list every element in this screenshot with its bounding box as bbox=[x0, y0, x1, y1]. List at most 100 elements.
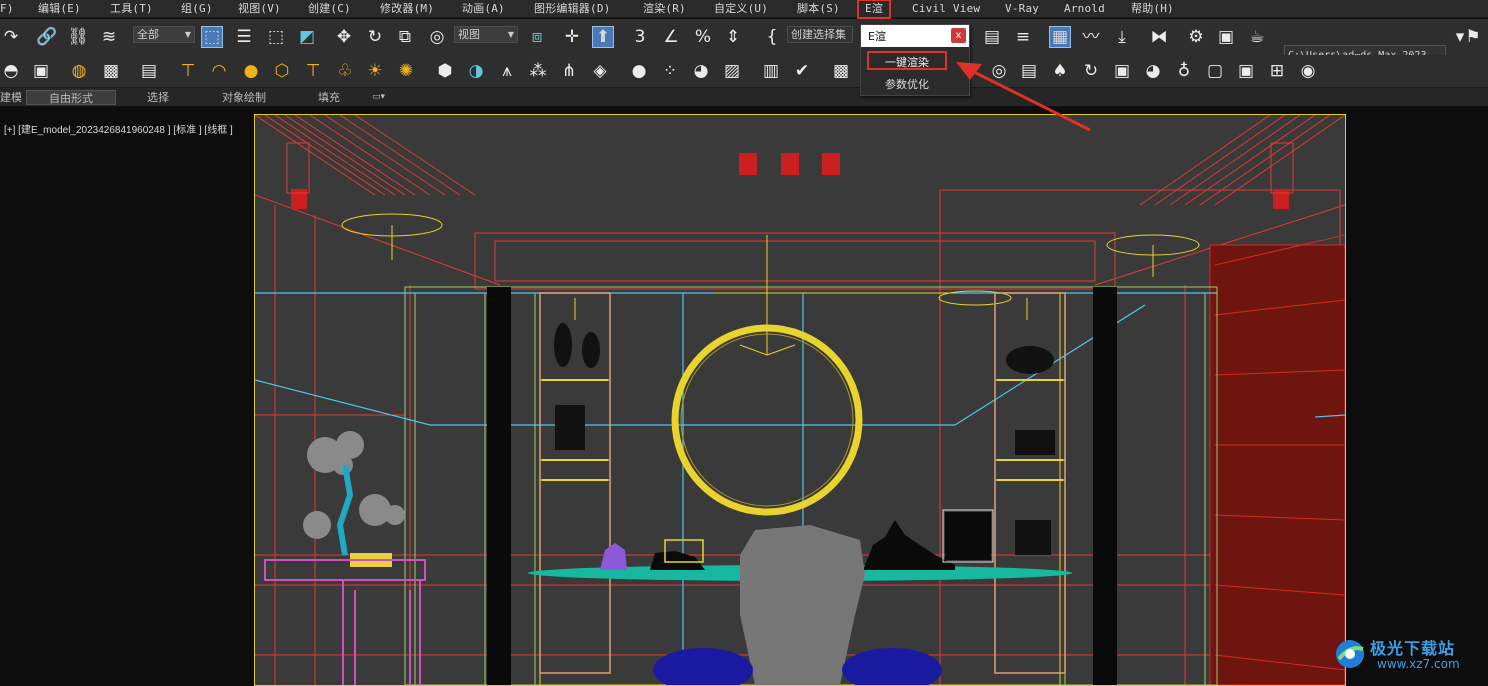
menu-file[interactable]: F) bbox=[0, 1, 14, 17]
menu-help[interactable]: 帮助(H) bbox=[1131, 1, 1174, 17]
close-button[interactable]: x bbox=[951, 28, 966, 43]
sphere-icon[interactable]: ● bbox=[628, 60, 650, 82]
pivot-center-icon[interactable]: ⧈ bbox=[526, 26, 548, 48]
select-object-icon[interactable]: ⬚ bbox=[201, 26, 223, 48]
material-editor-icon[interactable]: ⤓ bbox=[1111, 26, 1133, 48]
viewport-label[interactable]: [+] [建E_model_2023426841960248 ] [标准 ] [… bbox=[4, 121, 233, 136]
menu-graph-editors[interactable]: 图形编辑器(D) bbox=[534, 1, 610, 17]
spot-light-icon[interactable]: ⊤ bbox=[177, 60, 199, 82]
paint-icon[interactable]: ◕ bbox=[1142, 60, 1164, 82]
render-production-icon[interactable]: ⚙ bbox=[1185, 26, 1207, 48]
menu-civil-view[interactable]: Civil View bbox=[912, 1, 980, 17]
sky-icon[interactable]: ✺ bbox=[395, 60, 417, 82]
snap-3-icon[interactable]: 3 bbox=[629, 26, 651, 48]
camera-icon[interactable]: ▩ bbox=[100, 60, 122, 82]
rotate-icon[interactable]: ↻ bbox=[364, 26, 386, 48]
dome-light-icon[interactable]: ◠ bbox=[208, 60, 230, 82]
layer-explorer-icon[interactable]: ▤ bbox=[981, 26, 1003, 48]
menu-arnold[interactable]: Arnold bbox=[1064, 1, 1105, 17]
window-icon[interactable]: ▢ bbox=[1204, 60, 1226, 82]
menu-animation[interactable]: 动画(A) bbox=[462, 1, 505, 17]
tab-modeling[interactable]: 建模 bbox=[0, 90, 22, 105]
cube-icon[interactable]: ▣ bbox=[1111, 60, 1133, 82]
sun-icon[interactable]: ☀ bbox=[364, 60, 386, 82]
instancer-icon[interactable]: ⁂ bbox=[527, 60, 549, 82]
one-click-render-button[interactable]: 一键渲染 bbox=[867, 51, 947, 70]
ambient-light-icon[interactable]: ♧ bbox=[334, 60, 356, 82]
vfb-icon[interactable]: ▩ bbox=[830, 60, 852, 82]
edit-named-selection-icon[interactable]: { bbox=[761, 26, 783, 48]
mesh-light-icon[interactable]: ⬡ bbox=[271, 60, 293, 82]
angle-snap-icon[interactable]: ∠ bbox=[660, 26, 682, 48]
tab-object-paint[interactable]: 对象绘制 bbox=[222, 90, 266, 105]
box-icon[interactable]: ▣ bbox=[30, 60, 52, 82]
teapot-icon[interactable]: ◍ bbox=[68, 60, 90, 82]
menu-edit[interactable]: 编辑(E) bbox=[38, 1, 81, 17]
menu-rendering[interactable]: 渲染(R) bbox=[643, 1, 686, 17]
menu-group[interactable]: 组(G) bbox=[181, 1, 213, 17]
move-icon[interactable]: ✥ bbox=[333, 26, 355, 48]
selection-filter-dropdown[interactable]: 全部 ▼ bbox=[133, 26, 195, 43]
tab-selection[interactable]: 选择 bbox=[147, 90, 169, 105]
window-crossing-icon[interactable]: ◩ bbox=[296, 26, 318, 48]
watermark: 极光下载站 www.xz7.com bbox=[1333, 635, 1483, 681]
render-setup-icon[interactable]: ⧓ bbox=[1148, 26, 1170, 48]
app-window: F) 编辑(E) 工具(T) 组(G) 视图(V) 创建(C) 修改器(M) 动… bbox=[0, 0, 1488, 686]
vray-logo-icon[interactable]: ✔ bbox=[791, 60, 813, 82]
link-icon[interactable]: 🔗 bbox=[36, 26, 58, 48]
scale-icon[interactable]: ⧉ bbox=[394, 26, 416, 48]
safe-frame-icon[interactable]: ⊞ bbox=[1266, 60, 1288, 82]
popup-header: E渲 x bbox=[861, 25, 969, 47]
spinner-snap-icon[interactable]: ⇕ bbox=[722, 26, 744, 48]
rect-region-icon[interactable]: ⬚ bbox=[265, 26, 287, 48]
annotation-arrow bbox=[956, 62, 1091, 132]
rendered-frame-icon[interactable]: ▣ bbox=[1215, 26, 1237, 48]
viewport-icon[interactable]: ▣ bbox=[1235, 60, 1257, 82]
redo-icon[interactable]: ↷ bbox=[0, 26, 22, 48]
set-project-icon[interactable]: ⚑ bbox=[1462, 26, 1484, 48]
ref-coord-dropdown[interactable]: 视图 ▼ bbox=[454, 26, 518, 43]
render-icon[interactable]: ☕ bbox=[1246, 26, 1268, 48]
selection-filter-value: 全部 bbox=[137, 28, 159, 41]
param-optimize-button[interactable]: 参数优化 bbox=[867, 76, 947, 94]
eye-icon[interactable]: ◉ bbox=[1297, 60, 1319, 82]
select-manipulate-icon[interactable]: ✛ bbox=[561, 26, 583, 48]
bulb-icon[interactable]: ♁ bbox=[1173, 60, 1195, 82]
sphere-light-icon[interactable]: ● bbox=[240, 60, 262, 82]
percent-snap-icon[interactable]: % bbox=[692, 26, 714, 48]
perspective-viewport[interactable] bbox=[254, 114, 1346, 686]
curve-editor-icon[interactable]: ▦ bbox=[1049, 26, 1071, 48]
menu-tools[interactable]: 工具(T) bbox=[110, 1, 153, 17]
toggle-ribbon-icon[interactable]: ≡ bbox=[1012, 26, 1034, 48]
select-by-name-icon[interactable]: ☰ bbox=[233, 26, 255, 48]
decal-icon[interactable]: ◈ bbox=[589, 60, 611, 82]
fur-icon[interactable]: ⋔ bbox=[558, 60, 580, 82]
menu-create[interactable]: 创建(C) bbox=[308, 1, 351, 17]
palette-icon[interactable]: ◕ bbox=[690, 60, 712, 82]
menu-vray[interactable]: V-Ray bbox=[1005, 1, 1039, 17]
sphere-object-icon[interactable]: ◑ bbox=[465, 60, 487, 82]
menu-scripting[interactable]: 脚本(S) bbox=[797, 1, 840, 17]
vray-light-icon[interactable]: ◓ bbox=[0, 60, 22, 82]
ribbon-options-icon[interactable]: ▭▾ bbox=[372, 90, 385, 105]
frame-buffer-icon[interactable]: ▨ bbox=[721, 60, 743, 82]
stats-icon[interactable]: ▥ bbox=[760, 60, 782, 82]
tab-freeform[interactable]: 自由形式 bbox=[26, 90, 116, 105]
named-selection-field[interactable]: 创建选择集 bbox=[787, 26, 853, 43]
menu-customize[interactable]: 自定义(U) bbox=[714, 1, 768, 17]
tab-populate[interactable]: 填充 bbox=[318, 90, 340, 105]
film-icon[interactable]: ▤ bbox=[138, 60, 160, 82]
balls-icon[interactable]: ⁘ bbox=[659, 60, 681, 82]
schematic-view-icon[interactable]: 〰 bbox=[1080, 26, 1102, 48]
plane-icon[interactable]: ⩚ bbox=[496, 60, 518, 82]
unlink-icon[interactable]: ⛓ bbox=[67, 26, 89, 48]
ies-light-icon[interactable]: ⊤ bbox=[302, 60, 324, 82]
menu-views[interactable]: 视图(V) bbox=[238, 1, 281, 17]
bind-space-warp-icon[interactable]: ≋ bbox=[98, 26, 120, 48]
menu-bar: F) 编辑(E) 工具(T) 组(G) 视图(V) 创建(C) 修改器(M) 动… bbox=[0, 0, 1488, 19]
placement-icon[interactable]: ◎ bbox=[426, 26, 448, 48]
proxy-icon[interactable]: ⬢ bbox=[434, 60, 456, 82]
menu-modifiers[interactable]: 修改器(M) bbox=[380, 1, 434, 17]
keyboard-shortcut-override-icon[interactable]: ⬆ bbox=[592, 26, 614, 48]
menu-e-render[interactable]: E渲 bbox=[856, 0, 892, 19]
